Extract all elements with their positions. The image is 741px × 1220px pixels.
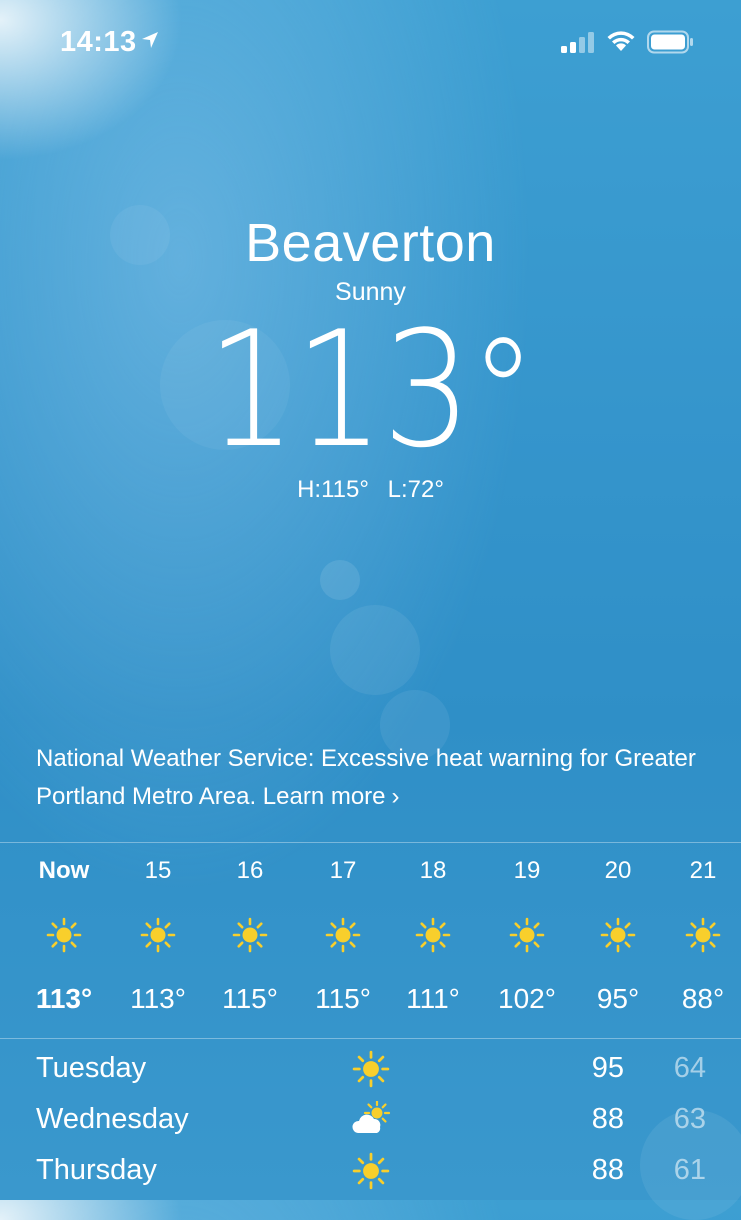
hour-label: 20 [604,857,632,884]
alert-text: National Weather Service: Excessive heat… [36,745,696,810]
weather-alert[interactable]: National Weather Service: Excessive heat… [36,740,716,816]
sun-icon [352,1050,390,1088]
hour-label: 17 [329,857,357,884]
battery-icon [647,30,693,54]
current-temperature: 113° [44,310,696,470]
divider [0,1038,741,1039]
status-bar: 14:13 [0,0,741,84]
day-name: Thursday [36,1154,157,1186]
sun-icon [325,917,361,953]
day-low: 61 [673,1154,706,1186]
day-name: Wednesday [36,1103,189,1135]
temperature-value: 113 [206,296,472,483]
cellular-signal-icon [561,32,594,53]
high-temp: H:115° [297,476,369,503]
day-low: 63 [673,1103,706,1135]
day-high: 88 [591,1103,624,1135]
sun-icon [415,917,451,953]
status-time: 14:13 [60,26,137,58]
hour-label: Now [38,857,90,884]
hourly-forecast[interactable]: Now 113° 15 113° 16 115° 17 115° 18 111° 19 102° 20 9… [0,843,741,1037]
hour-label: 21 [689,857,717,884]
degree-symbol: ° [470,307,536,481]
partly-cloudy-icon [352,1101,391,1133]
city-name: Beaverton [245,213,496,273]
daily-row: Tuesday 95 64 [0,1044,741,1094]
chevron-right-icon: › [391,783,400,810]
sun-icon [685,917,721,953]
hour-label: 18 [419,857,447,884]
low-temp: L:72° [387,476,444,503]
sun-icon [46,917,82,953]
day-low: 64 [673,1052,706,1084]
hour-label: 16 [236,857,264,884]
day-high: 95 [591,1052,624,1084]
sun-icon [140,917,176,953]
daily-row: Thursday 88 61 [0,1146,741,1196]
high-low: H:115° L:72° [0,476,741,504]
sun-icon [600,917,636,953]
hour-label: 19 [513,857,541,884]
sun-icon [232,917,268,953]
hour-temp: 88° [681,983,725,1014]
day-high: 88 [591,1154,624,1186]
day-name: Tuesday [36,1052,147,1084]
sun-icon [352,1152,390,1190]
sun-icon [509,917,545,953]
hour-label: 15 [144,857,172,884]
wifi-icon [607,31,635,51]
location-arrow-icon [142,32,158,48]
daily-row: Wednesday 88 63 [0,1095,741,1145]
